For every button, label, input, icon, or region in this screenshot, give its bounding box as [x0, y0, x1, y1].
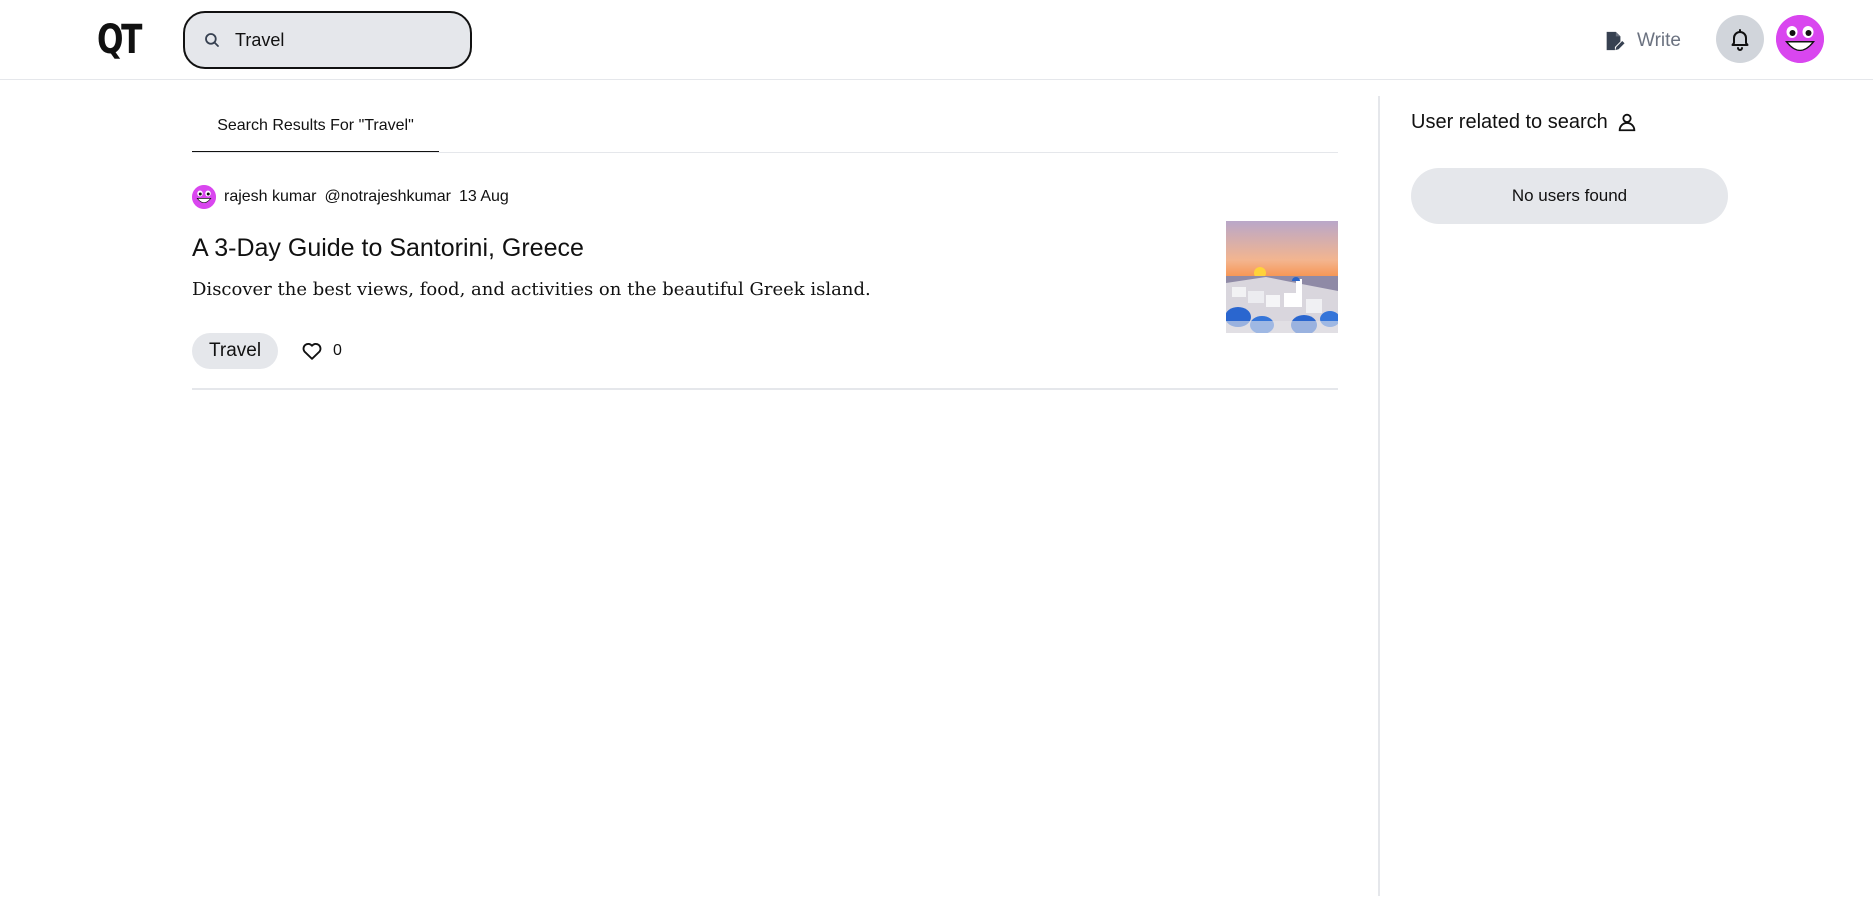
author-handle[interactable]: @notrajeshkumar [324, 188, 451, 206]
post-thumbnail[interactable] [1226, 221, 1338, 333]
search-icon [203, 30, 223, 50]
write-label: Write [1637, 30, 1681, 51]
notifications-button[interactable] [1716, 15, 1764, 63]
search-input[interactable] [235, 29, 455, 51]
post-description: Discover the best views, food, and activ… [192, 279, 871, 300]
post-date: 13 Aug [459, 188, 509, 205]
sidebar-title-text: User related to search [1411, 110, 1608, 133]
post-title[interactable]: A 3-Day Guide to Santorini, Greece [192, 234, 584, 263]
like-button[interactable]: 0 [301, 339, 342, 363]
search-box[interactable] [183, 11, 472, 69]
site-logo[interactable]: QT [97, 18, 142, 62]
no-users-message: No users found [1411, 168, 1728, 224]
user-avatar-button[interactable] [1776, 15, 1824, 63]
sidebar-divider [1378, 96, 1380, 896]
smiley-avatar-icon [1776, 15, 1824, 63]
like-count: 0 [333, 342, 342, 359]
heart-icon [301, 339, 325, 363]
author-avatar[interactable] [192, 185, 216, 209]
top-navbar: QT Write [0, 0, 1873, 80]
write-button[interactable]: Write [1603, 26, 1681, 56]
post-author-row: rajesh kumar @notrajeshkumar 13 Aug [192, 185, 509, 209]
tab-search-results[interactable]: Search Results For "Travel" [192, 100, 439, 153]
write-icon [1603, 29, 1627, 53]
author-name[interactable]: rajesh kumar [224, 188, 316, 206]
sidebar-title: User related to search [1411, 109, 1640, 135]
bell-icon [1728, 27, 1752, 51]
user-icon [1616, 110, 1640, 134]
post-divider [192, 388, 1338, 390]
tab-divider [192, 152, 1338, 153]
post-tag[interactable]: Travel [192, 333, 279, 369]
